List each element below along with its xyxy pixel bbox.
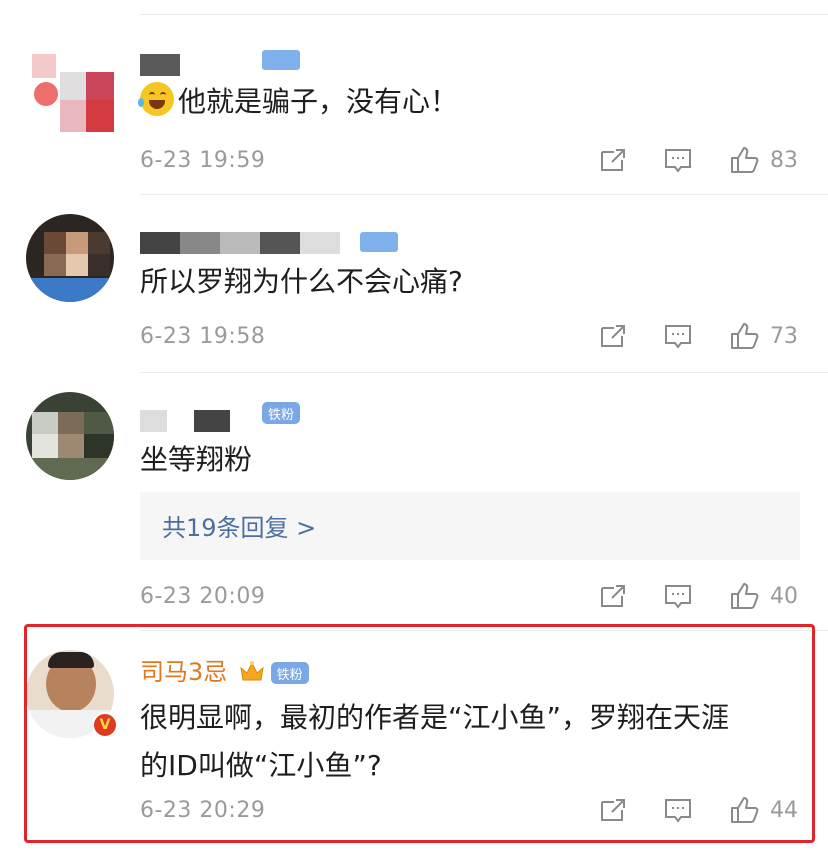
mosaic-block — [26, 278, 114, 302]
comment-actions: 83 — [562, 144, 798, 176]
laugh-cry-emoji-icon — [138, 82, 174, 116]
share-icon — [601, 325, 625, 347]
reply-count-label: 共19条回复 > — [162, 514, 317, 542]
username-redacted — [140, 410, 230, 432]
like-count: 83 — [770, 147, 798, 173]
share-icon — [601, 585, 625, 607]
reply-thread-link[interactable]: 共19条回复 > — [140, 492, 800, 560]
share-button[interactable] — [596, 320, 628, 352]
mosaic-block — [58, 412, 84, 434]
avatar[interactable] — [26, 44, 114, 132]
thumbs-up-icon — [731, 147, 759, 173]
thumbs-up-icon — [731, 323, 759, 349]
comment-text: 坐等翔粉 — [140, 443, 253, 476]
mosaic-block — [32, 412, 58, 434]
comment-time: 6-23 20:09 — [140, 584, 266, 609]
like-button[interactable]: 73 — [728, 320, 798, 352]
like-button[interactable]: 40 — [728, 580, 798, 612]
badge-redacted — [360, 232, 398, 252]
share-icon — [601, 149, 625, 171]
mosaic-block — [86, 100, 114, 132]
comment-time: 6-23 19:58 — [140, 324, 266, 349]
thumbs-up-icon — [731, 583, 759, 609]
comment-actions: 40 — [562, 580, 798, 612]
divider — [140, 14, 828, 15]
share-button[interactable] — [596, 144, 628, 176]
mosaic-block — [60, 100, 86, 132]
mosaic-block — [32, 434, 58, 458]
mosaic-block — [66, 254, 88, 276]
like-count: 40 — [770, 583, 798, 609]
avatar[interactable] — [26, 214, 114, 302]
comment-actions: 73 — [562, 320, 798, 352]
fan-badge: 铁粉 — [262, 402, 301, 424]
comment-icon — [665, 149, 691, 173]
username-redacted — [140, 54, 180, 76]
comment-time: 6-23 19:59 — [140, 148, 266, 173]
mosaic-block — [44, 232, 66, 254]
mosaic-block — [84, 434, 114, 458]
highlight-box — [24, 624, 815, 843]
comment-icon — [665, 325, 691, 349]
badge-redacted — [262, 50, 300, 70]
like-button[interactable]: 83 — [728, 144, 798, 176]
like-count: 73 — [770, 323, 798, 349]
comment-button[interactable] — [662, 580, 694, 612]
mosaic-block — [66, 232, 88, 254]
divider — [140, 194, 828, 195]
mosaic-block — [84, 412, 114, 434]
comment-text: 他就是骗子，没有心！ — [138, 78, 458, 126]
mosaic-block — [60, 72, 86, 100]
mosaic-block — [26, 458, 114, 480]
username-redacted — [140, 232, 340, 254]
comment-icon — [665, 585, 691, 609]
comment-text: 所以罗翔为什么不会心痛? — [140, 265, 463, 298]
avatar[interactable] — [26, 392, 114, 480]
mosaic-block — [32, 54, 56, 78]
comment-button[interactable] — [662, 320, 694, 352]
comment-button[interactable] — [662, 144, 694, 176]
divider — [140, 372, 828, 373]
mosaic-block — [34, 82, 58, 106]
mosaic-block — [88, 232, 110, 254]
mosaic-block — [88, 254, 110, 276]
share-button[interactable] — [596, 580, 628, 612]
mosaic-block — [86, 72, 114, 100]
mosaic-block — [58, 434, 84, 458]
mosaic-block — [44, 254, 66, 276]
